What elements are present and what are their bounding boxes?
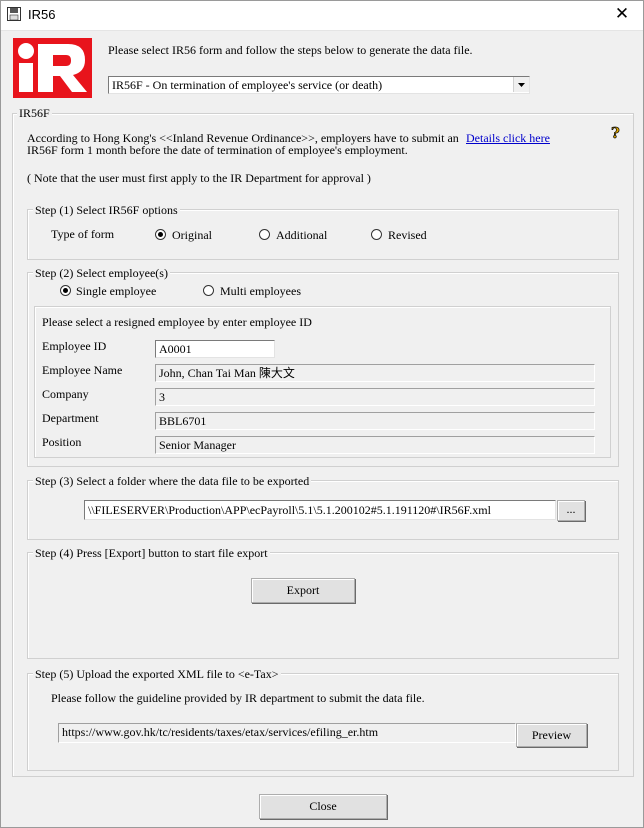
preview-button[interactable]: Preview [516,723,587,747]
export-button[interactable]: Export [251,578,355,603]
department-field: BBL6701 [155,412,595,430]
radio-additional-circle[interactable] [259,229,270,240]
radio-multi-label: Multi employees [220,284,301,298]
app-icon [7,7,21,21]
export-path-input[interactable]: \\FILESERVER\Production\APP\ecPayroll\5.… [84,500,556,520]
radio-additional[interactable]: Additional [259,228,349,242]
radio-revised-circle[interactable] [371,229,382,240]
position-field: Senior Manager [155,436,595,454]
radio-original-label: Original [172,228,212,242]
step2-label: Step (2) Select employee(s) [33,266,170,281]
radio-additional-label: Additional [276,228,328,242]
header-instruction: Please select IR56 form and follow the s… [108,43,473,57]
help-icon[interactable]: ? [608,124,624,143]
radio-single-employee[interactable]: Single employee [60,284,170,298]
form-type-select[interactable]: IR56F - On termination of employee's ser… [108,76,530,94]
window-title: IR56 [28,7,56,22]
etax-url-field: https://www.gov.hk/tc/residents/taxes/et… [58,723,516,743]
employee-id-input[interactable]: A0001 [155,340,275,358]
radio-original[interactable]: Original [155,228,245,242]
department-label: Department [42,411,99,425]
svg-text:?: ? [611,124,620,142]
step4-label: Step (4) Press [Export] button to start … [33,546,270,561]
company-label: Company [42,387,89,401]
ir-logo [13,38,92,98]
close-button[interactable]: Close [259,794,387,819]
form-type-select-value: IR56F - On termination of employee's ser… [112,78,383,92]
browse-folder-button[interactable]: ... [557,500,585,521]
employee-panel-title: Please select a resigned employee by ent… [42,315,312,329]
details-link[interactable]: Details click here [466,131,550,146]
step1-label: Step (1) Select IR56F options [33,203,180,218]
employee-name-label: Employee Name [42,363,123,377]
employee-name-field: John, Chan Tai Man 陳大文 [155,364,595,382]
radio-multi-employees[interactable]: Multi employees [203,284,313,298]
radio-single-circle[interactable] [60,285,71,296]
radio-revised[interactable]: Revised [371,228,461,242]
etax-guideline: Please follow the guideline provided by … [51,691,425,705]
approval-note: ( Note that the user must first apply to… [27,171,371,185]
dropdown-arrow-icon[interactable] [513,77,529,92]
position-label: Position [42,435,82,449]
intro-line-2: IR56F form 1 month before the date of te… [27,143,408,157]
company-field: 3 [155,388,595,406]
step4-group [27,552,619,659]
step5-group [27,673,619,771]
type-of-form-label: Type of form [51,227,115,241]
employee-id-label: Employee ID [42,339,107,353]
window-close-button[interactable]: ✕ [610,4,634,24]
radio-revised-label: Revised [388,228,427,242]
step3-label: Step (3) Select a folder where the data … [33,474,312,489]
radio-multi-circle[interactable] [203,285,214,296]
ir56f-group-label: IR56F [17,106,52,121]
radio-original-circle[interactable] [155,229,166,240]
radio-single-label: Single employee [76,284,157,298]
title-bar [0,0,644,31]
step5-label: Step (5) Upload the exported XML file to… [33,667,281,682]
